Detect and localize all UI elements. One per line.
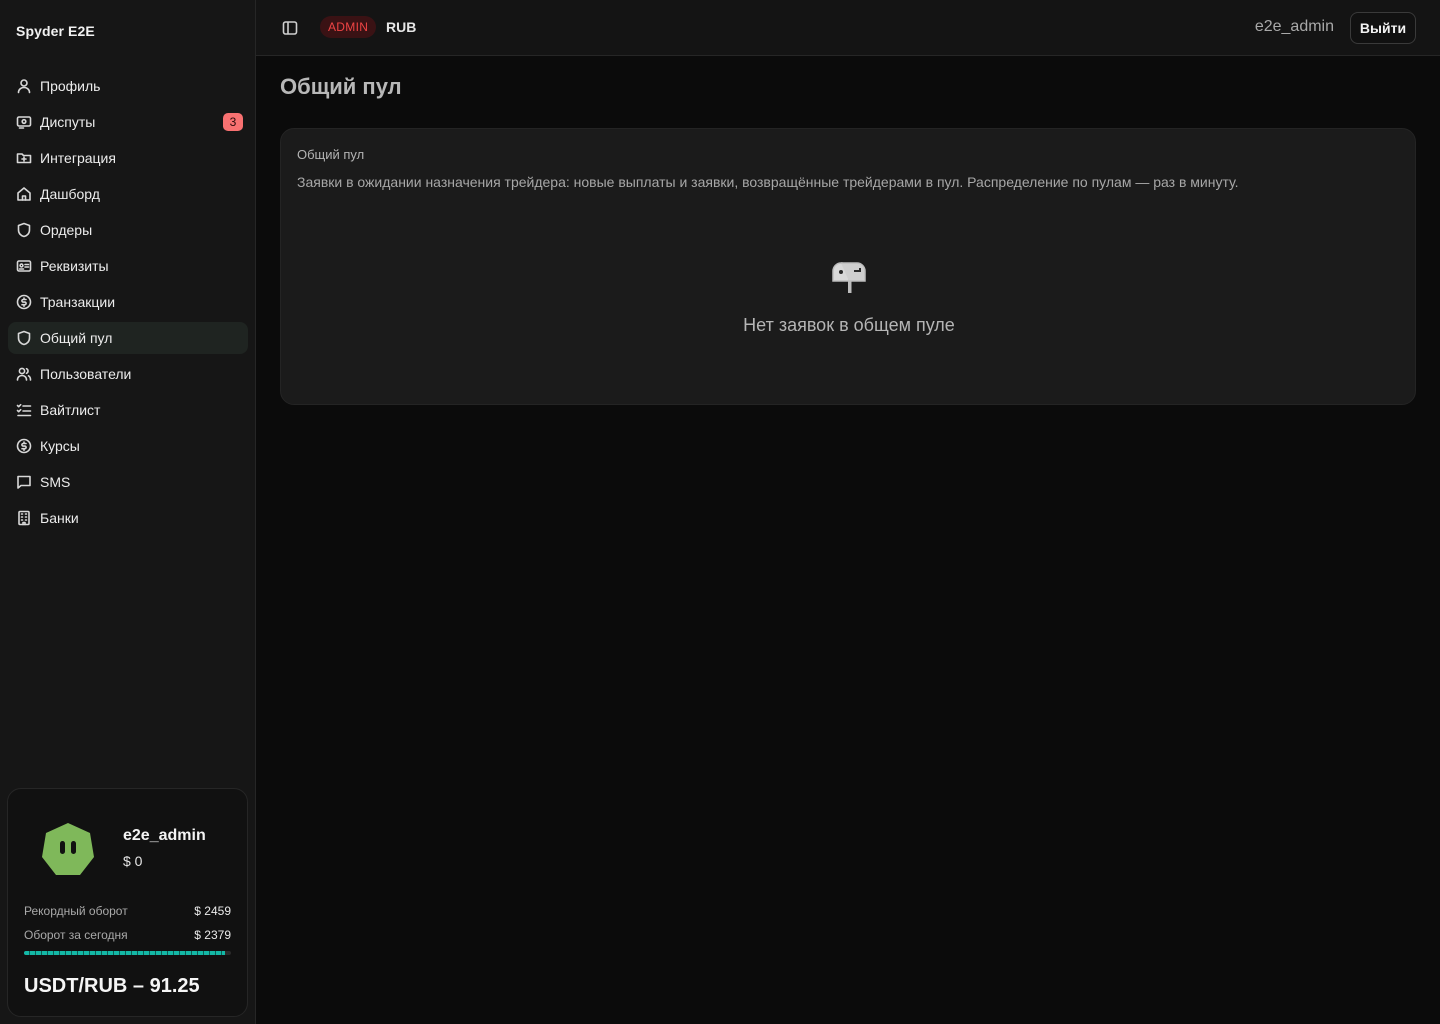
sidebar: Spyder E2E Профиль Диспуты 3 Интеграция …: [0, 0, 256, 1024]
sidebar-item-label: Интеграция: [40, 150, 116, 166]
today-turnover-row: Оборот за сегодня $ 2379: [24, 928, 231, 942]
sidebar-item-label: Профиль: [40, 78, 101, 94]
page-title: Общий пул: [280, 74, 402, 99]
panel-title: Общий пул: [297, 147, 365, 162]
turnover-progress-fill: [24, 951, 225, 955]
profile-balance: $ 0: [123, 853, 143, 869]
sidebar-item-label: Диспуты: [40, 114, 96, 130]
mailbox-icon: [832, 262, 866, 293]
sidebar-item-banks[interactable]: Банки: [8, 502, 248, 534]
panel-description: Заявки в ожидании назначения трейдера: н…: [297, 174, 1239, 190]
users-icon: [16, 366, 32, 382]
home-icon: [16, 186, 32, 202]
sidebar-item-whitelist[interactable]: Вайтлист: [8, 394, 248, 426]
sidebar-item-label: Вайтлист: [40, 402, 101, 418]
ticket-icon: [16, 114, 32, 130]
folder-link-icon: [16, 150, 32, 166]
sidebar-item-disputes[interactable]: Диспуты 3: [8, 106, 248, 138]
sidebar-item-label: Ордеры: [40, 222, 93, 238]
sidebar-item-common-pool[interactable]: Общий пул: [8, 322, 248, 354]
sidebar-item-rates[interactable]: Курсы: [8, 430, 248, 462]
sidebar-item-label: Реквизиты: [40, 258, 109, 274]
profile-name: e2e_admin: [123, 827, 206, 844]
sidebar-item-label: Банки: [40, 510, 79, 526]
shield-icon: [16, 330, 32, 346]
record-turnover-label: Рекордный оборот: [24, 904, 128, 918]
role-badge: ADMIN: [320, 16, 377, 38]
exchange-rate: USDT/RUB – 91.25: [24, 975, 200, 997]
current-username: e2e_admin: [1254, 18, 1334, 35]
sidebar-item-label: Транзакции: [40, 294, 116, 310]
dollar-circle-icon: [16, 294, 32, 310]
sidebar-item-transactions[interactable]: Транзакции: [8, 286, 248, 318]
id-card-icon: [16, 258, 32, 274]
today-turnover-label: Оборот за сегодня: [24, 928, 128, 942]
sidebar-item-profile[interactable]: Профиль: [8, 70, 248, 102]
currency-label: RUB: [386, 19, 417, 35]
today-turnover-value: $ 2379: [194, 928, 231, 942]
record-turnover-row: Рекордный оборот $ 2459: [24, 904, 231, 918]
shield-icon: [16, 222, 32, 238]
topbar: ADMIN RUB e2e_admin Выйти: [256, 0, 1440, 56]
brand-title: Spyder E2E: [16, 23, 95, 39]
sidebar-item-requisites[interactable]: Реквизиты: [8, 250, 248, 282]
empty-state-text: Нет заявок в общем пуле: [743, 315, 955, 335]
logout-button[interactable]: Выйти: [1350, 12, 1416, 44]
sidebar-item-label: Пользователи: [40, 366, 132, 382]
sidebar-item-label: Дашборд: [40, 186, 100, 202]
disputes-count-badge: 3: [223, 113, 243, 131]
sidebar-item-label: Курсы: [40, 438, 80, 454]
sidebar-item-users[interactable]: Пользователи: [8, 358, 248, 390]
sidebar-item-dashboard[interactable]: Дашборд: [8, 178, 248, 210]
checklist-icon: [16, 402, 32, 418]
profile-card: e2e_admin $ 0 Рекордный оборот $ 2459 Об…: [7, 788, 248, 1017]
sidebar-nav: Профиль Диспуты 3 Интеграция Дашборд Орд…: [8, 70, 248, 538]
app: Spyder E2E Профиль Диспуты 3 Интеграция …: [0, 0, 1440, 1024]
building-icon: [16, 510, 32, 526]
sidebar-toggle-icon[interactable]: [282, 20, 298, 36]
sidebar-item-integration[interactable]: Интеграция: [8, 142, 248, 174]
sidebar-item-label: Общий пул: [40, 330, 113, 346]
message-icon: [16, 474, 32, 490]
user-icon: [16, 78, 32, 94]
avatar: [42, 823, 94, 875]
common-pool-panel: Общий пул Заявки в ожидании назначения т…: [280, 128, 1416, 405]
sidebar-item-label: SMS: [40, 474, 71, 490]
sidebar-item-orders[interactable]: Ордеры: [8, 214, 248, 246]
turnover-progress-bar: [24, 951, 231, 955]
record-turnover-value: $ 2459: [194, 904, 231, 918]
sidebar-item-sms[interactable]: SMS: [8, 466, 248, 498]
dollar-circle-icon: [16, 438, 32, 454]
